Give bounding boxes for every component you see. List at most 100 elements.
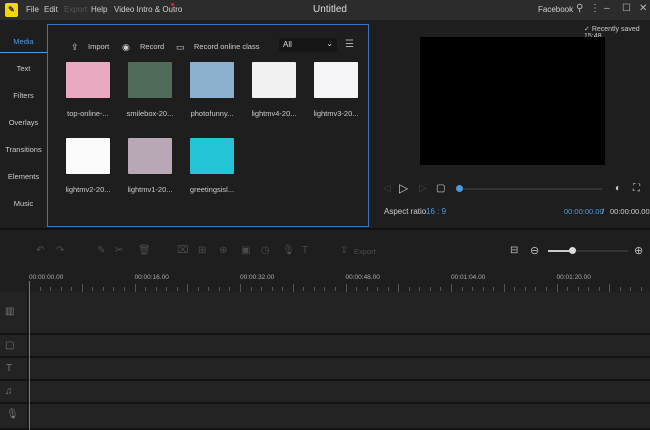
media-thumbnail[interactable] — [190, 62, 234, 98]
media-filter-select[interactable]: All ⌄ — [279, 38, 337, 52]
user-icon[interactable]: ⚲ — [576, 3, 583, 14]
track-text[interactable]: T — [0, 358, 650, 381]
play-button[interactable]: ▷ — [399, 181, 408, 195]
ruler-label: 00:00:16.00 — [134, 274, 169, 281]
sidebar-selection-indicator — [0, 52, 48, 53]
track-music[interactable]: ♫ — [0, 381, 650, 404]
ruler-tick — [567, 287, 569, 291]
current-time: 00:00:00.00 — [564, 207, 604, 216]
prev-frame-icon[interactable]: ◁ — [383, 183, 391, 194]
track-voice[interactable]: 🎙 — [0, 404, 650, 430]
zoom-out-icon[interactable]: ⊖ — [530, 244, 539, 257]
media-thumbnail[interactable] — [314, 62, 358, 98]
export-button[interactable]: Export — [354, 247, 376, 256]
playback-slider[interactable] — [460, 188, 602, 190]
cut-icon[interactable]: ✂ — [115, 245, 123, 256]
redo-icon[interactable]: ↷ — [56, 245, 64, 256]
sidebar-item-media[interactable]: Media — [0, 37, 47, 46]
fit-timeline-icon[interactable]: ⊟ — [510, 245, 518, 256]
sidebar-item-elements[interactable]: Elements — [0, 172, 47, 181]
ruler-label: 00:01:20.00 — [556, 274, 591, 281]
filter-value: All — [283, 40, 292, 49]
ruler-tick — [282, 287, 284, 291]
ruler-label: 00:00:32.00 — [240, 274, 275, 281]
duration-icon[interactable]: ◷ — [261, 245, 270, 256]
mosaic-icon[interactable]: ⊕ — [219, 245, 227, 256]
crop-icon[interactable]: ⌧ — [177, 245, 189, 256]
media-item-label: lightmv4-20... — [251, 109, 297, 118]
sidebar-item-transitions[interactable]: Transitions — [0, 145, 47, 154]
menu-video-intro-outro[interactable]: Video Intro & Outro — [114, 5, 182, 14]
volume-icon[interactable]: ◐ — [615, 183, 621, 194]
voiceover-icon[interactable]: 🎙 — [282, 245, 295, 256]
record-button[interactable]: Record — [140, 42, 164, 51]
sidebar-item-text[interactable]: Text — [0, 64, 47, 73]
ruler-tick — [324, 287, 326, 291]
sidebar-item-music[interactable]: Music — [0, 199, 47, 208]
import-button[interactable]: Import — [88, 42, 109, 51]
media-thumbnail[interactable] — [128, 62, 172, 98]
zoom-slider-handle[interactable] — [569, 247, 576, 254]
ruler-tick — [313, 287, 315, 291]
menu-file[interactable]: File — [26, 5, 39, 14]
close-button[interactable]: ✕ — [639, 3, 647, 14]
media-item-label: photofunny... — [190, 109, 234, 118]
ruler-tick — [292, 284, 294, 292]
panel-divider — [0, 228, 650, 230]
ruler-tick — [577, 287, 579, 291]
sidebar-item-overlays[interactable]: Overlays — [0, 118, 47, 127]
ruler-tick — [334, 287, 336, 291]
delete-icon[interactable]: 🗑 — [138, 245, 151, 256]
chevron-down-icon: ⌄ — [326, 39, 333, 48]
media-thumbnail[interactable] — [190, 138, 234, 174]
maximize-button[interactable]: ☐ — [622, 3, 631, 14]
ruler-label: 00:01:04.00 — [451, 274, 486, 281]
media-thumbnail[interactable] — [66, 138, 110, 174]
ruler-tick — [630, 287, 632, 291]
next-frame-icon[interactable]: ▷ — [419, 183, 427, 194]
undo-icon[interactable]: ↶ — [36, 245, 44, 256]
ruler-tick — [250, 287, 252, 291]
media-thumbnail[interactable] — [252, 62, 296, 98]
minimize-button[interactable]: – — [604, 3, 610, 14]
media-item-label: lightmv2-20... — [65, 185, 111, 194]
media-thumbnail[interactable] — [66, 62, 110, 98]
list-view-icon[interactable]: ☰ — [345, 39, 354, 50]
ruler-tick — [50, 287, 52, 291]
ruler-tick — [461, 287, 463, 291]
menu-help[interactable]: Help — [91, 5, 107, 14]
playhead[interactable] — [29, 281, 30, 430]
timeline-ruler[interactable]: 00:00:00.00 00:00:16.00 00:00:32.00 00:00:4… — [0, 272, 650, 292]
text-speech-icon[interactable]: T — [302, 245, 308, 256]
track-video[interactable]: ▥ — [0, 292, 650, 335]
aspect-ratio-value[interactable]: 16 : 9 — [426, 207, 446, 216]
more-icon[interactable]: ⋮ — [590, 3, 600, 14]
zoom-in-icon[interactable]: ⊕ — [634, 244, 643, 257]
ruler-tick — [387, 287, 389, 291]
freeze-icon[interactable]: ▣ — [241, 245, 250, 256]
ruler-tick — [229, 287, 231, 291]
ruler-tick — [187, 284, 189, 292]
ruler-tick — [155, 287, 157, 291]
fullscreen-icon[interactable]: ⛶ — [633, 183, 640, 194]
menu-export[interactable]: Export — [64, 5, 87, 14]
ruler-tick — [271, 287, 273, 291]
ruler-tick — [123, 287, 125, 291]
split-icon[interactable]: ⊞ — [198, 245, 206, 256]
ruler-tick — [81, 284, 83, 292]
ruler-tick — [640, 287, 642, 291]
sidebar-item-filters[interactable]: Filters — [0, 91, 47, 100]
stop-button[interactable]: ▢ — [436, 183, 445, 194]
timeline-zoom-slider[interactable] — [548, 250, 628, 252]
menu-edit[interactable]: Edit — [44, 5, 58, 14]
track-pip[interactable]: ▢ — [0, 335, 650, 358]
ruler-tick — [493, 287, 495, 291]
edit-icon[interactable]: ✎ — [97, 245, 105, 256]
media-item-label: top-online-... — [67, 109, 109, 118]
facebook-link[interactable]: Facebook — [538, 5, 573, 14]
record-online-class-button[interactable]: Record online class — [194, 42, 259, 51]
ruler-tick — [92, 287, 94, 291]
media-thumbnail[interactable] — [128, 138, 172, 174]
playback-handle[interactable] — [456, 185, 463, 192]
export-icon[interactable]: ⇪ — [340, 245, 348, 256]
